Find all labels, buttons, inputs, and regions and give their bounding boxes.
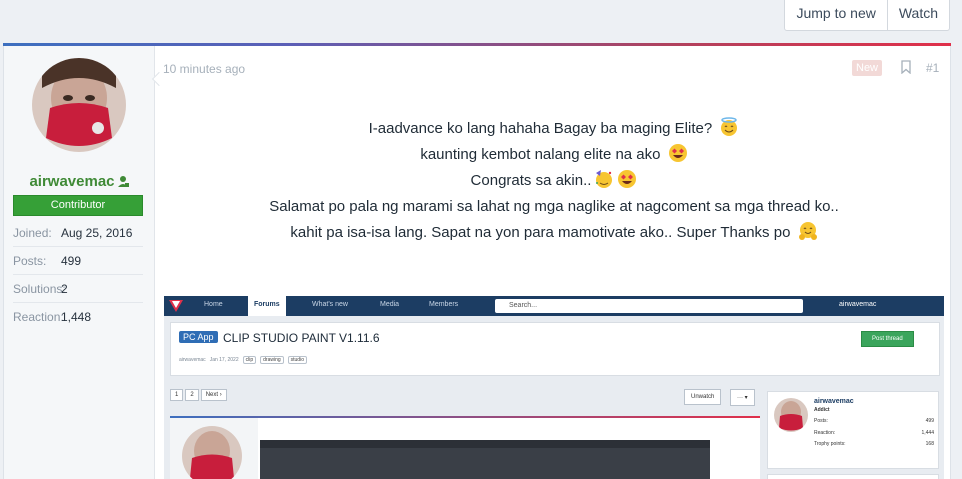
embedded-tab-whats-new: What's new [312, 301, 348, 308]
embedded-side-block [767, 474, 939, 479]
embedded-nav-user: airwavemac [839, 301, 877, 308]
stat-posts: Posts: 499 [13, 247, 143, 275]
site-logo-icon [168, 298, 184, 319]
embedded-unwatch-button: Unwatch [684, 389, 722, 405]
message-line: I-aadvance ko lang hahaha Bagay ba magin… [156, 116, 952, 142]
embedded-tab-media: Media [380, 301, 400, 308]
post-card: airwavemac Contributor Joined: Aug 25, 20… [3, 43, 951, 479]
avatar[interactable] [32, 58, 126, 152]
embedded-search: Search... [495, 299, 803, 313]
stat-reaction: Reaction: 1,448 [13, 310, 92, 324]
message-line: Congrats sa akin.. [156, 168, 952, 194]
message-line: kahit pa isa-isa lang. Sapat na yon para… [156, 220, 952, 246]
embedded-navbar: Home Forums What's new Media Members Sea… [164, 296, 944, 316]
embedded-user-card: airwavemac Addict Posts: 499 Reaction: 1,4… [767, 391, 939, 469]
message-line: kaunting kembot nalang elite na ako [156, 142, 952, 168]
bookmark-icon[interactable] [900, 60, 912, 79]
user-role-badge: Contributor [13, 195, 143, 216]
embedded-pagination: 1 2 Next › [170, 389, 229, 401]
embedded-more-button: ··· ▾ [730, 389, 755, 406]
author-stats: Joined: Aug 25, 2016 Posts: 499 Solutions:… [13, 219, 143, 331]
user-badge-icon [117, 175, 130, 192]
post-author-sidebar: airwavemac Contributor Joined: Aug 25, 20… [4, 46, 155, 479]
jump-to-new-button[interactable]: Jump to new [785, 0, 886, 30]
embedded-thread-header: PC App CLIP STUDIO PAINT V1.11.6 airwave… [170, 322, 940, 376]
author-username[interactable]: airwavemac [4, 173, 155, 192]
heart-eyes-emoji-icon [617, 169, 637, 189]
post-message: I-aadvance ko lang hahaha Bagay ba magin… [156, 116, 952, 246]
username-text[interactable]: airwavemac [29, 173, 114, 190]
message-line: Salamat po pala ng marami sa lahat ng mg… [269, 198, 839, 215]
hugging-face-emoji-icon [798, 221, 818, 241]
embedded-tab-forums: Forums [248, 296, 286, 316]
embedded-post-image [260, 440, 710, 479]
watch-button[interactable]: Watch [886, 0, 949, 30]
embedded-thread-meta: airwavemac Jan 17, 2022 clip drawing stu… [179, 356, 307, 364]
post-number[interactable]: #1 [926, 61, 939, 75]
embedded-thread-title: CLIP STUDIO PAINT V1.11.6 [223, 331, 380, 345]
embedded-screenshot-image: Home Forums What's new Media Members Sea… [164, 296, 944, 479]
embedded-tab-members: Members [429, 301, 459, 308]
embedded-post-thread-button: Post thread [861, 331, 914, 347]
stat-solutions: Solutions: 2 [13, 275, 143, 303]
stat-joined: Joined: Aug 25, 2016 [13, 219, 143, 247]
new-badge: New [852, 60, 883, 76]
embedded-post [170, 416, 760, 479]
party-face-emoji-icon [594, 169, 614, 189]
embedded-tab-home: Home [204, 301, 223, 308]
embedded-post-avatar [182, 426, 242, 479]
post-time[interactable]: 10 minutes ago [163, 62, 245, 76]
embedded-card-avatar [774, 398, 808, 432]
embedded-prefix-badge: PC App [179, 331, 218, 343]
heart-eyes-emoji-icon [668, 143, 688, 163]
thread-actions: Jump to new Watch [784, 0, 950, 31]
smiling-halo-emoji-icon [719, 117, 739, 137]
